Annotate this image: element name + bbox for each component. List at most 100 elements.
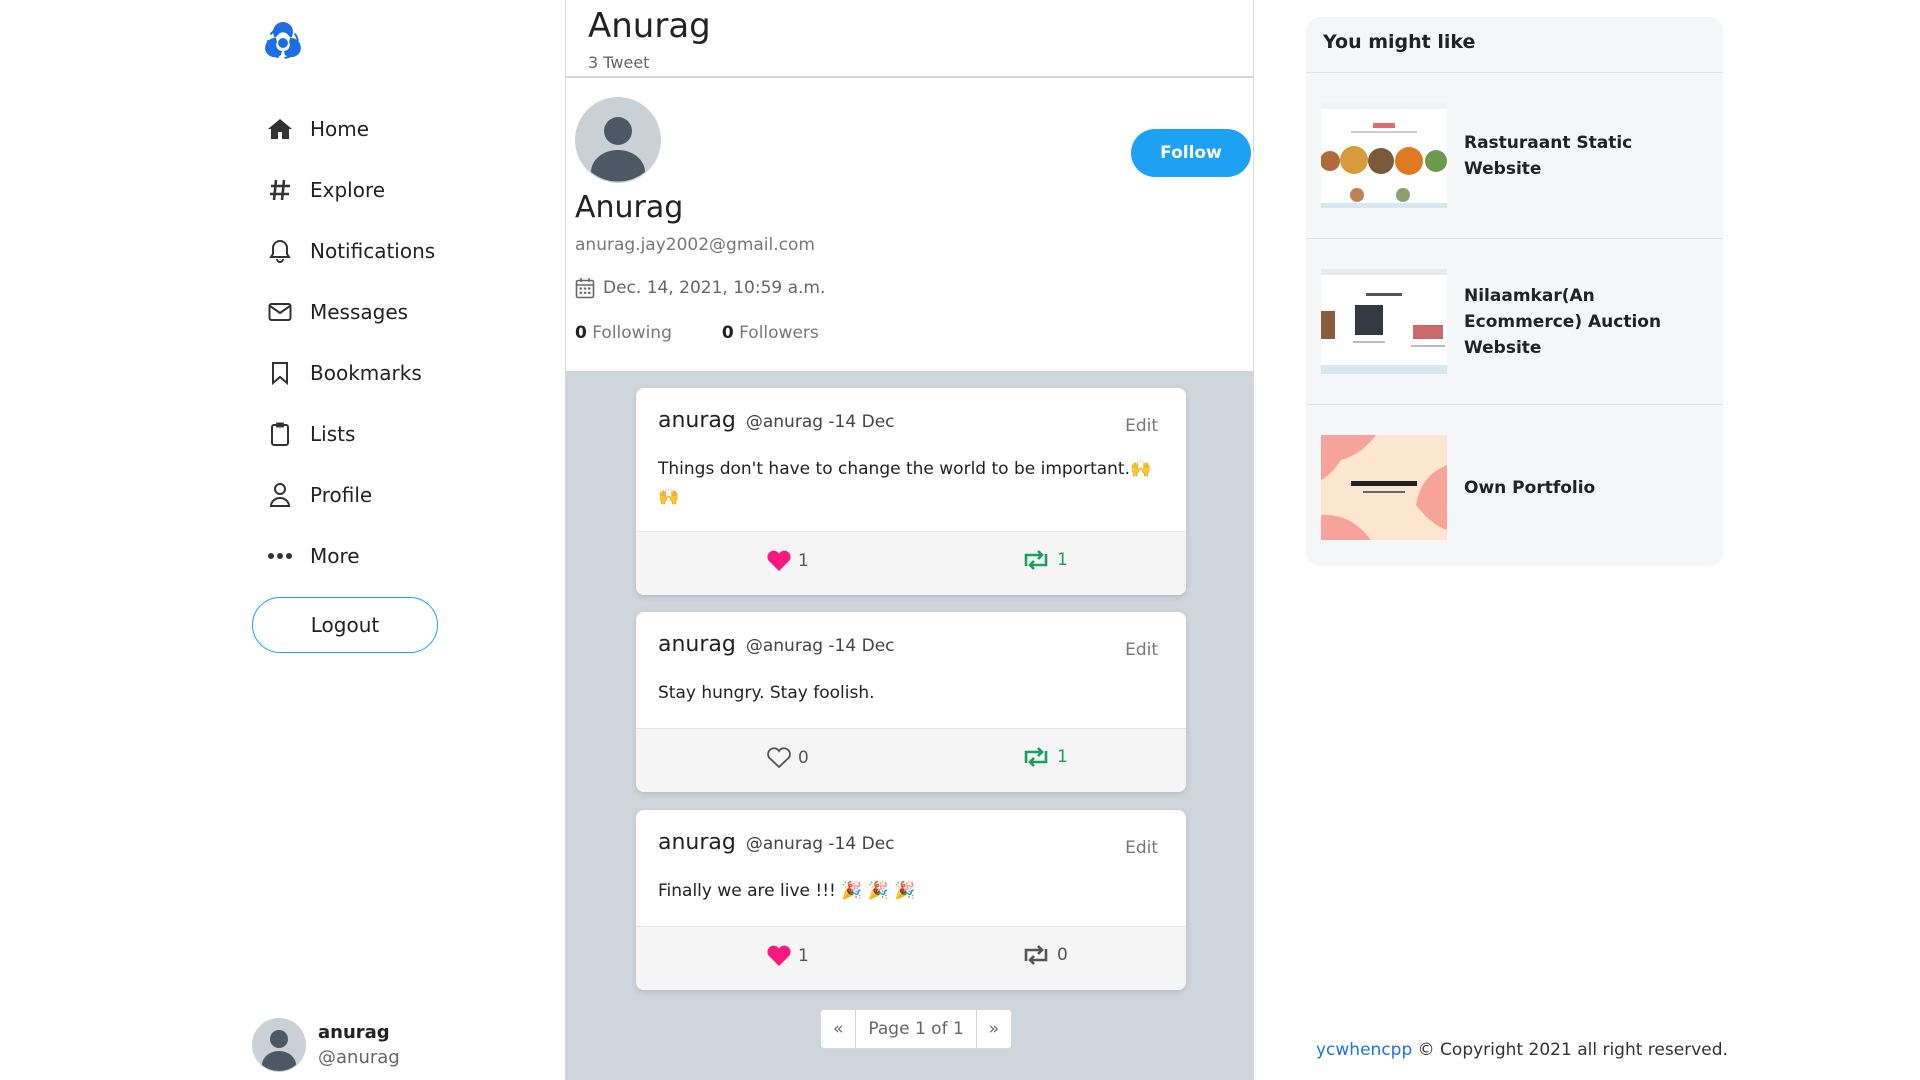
restaurant-thumbnail (1321, 103, 1447, 208)
nav-item-more[interactable]: More (266, 525, 435, 586)
nav-label: Bookmarks (310, 360, 422, 385)
calendar-icon (575, 278, 595, 299)
retweet-button[interactable]: 0 (1021, 945, 1068, 965)
like-count: 1 (798, 946, 809, 966)
follow-stats: 0 Following 0 Followers (575, 323, 869, 343)
retweet-button[interactable]: 1 (1021, 550, 1068, 570)
nav-item-bookmarks[interactable]: Bookmarks (266, 342, 435, 403)
suggestion-item[interactable]: Own Portfolio (1306, 405, 1723, 570)
suggestion-name: Nilaamkar(An Ecommerce) Auction Website (1464, 285, 1662, 358)
footer: ycwhencpp © Copyright 2021 all right res… (1316, 1040, 1728, 1060)
edit-tweet-link[interactable]: Edit (1125, 416, 1158, 436)
nav-label: Lists (310, 421, 356, 446)
tweet-count: 3 Tweet (588, 53, 650, 72)
nav-label: Home (310, 116, 370, 141)
profile-name: Anurag (575, 190, 684, 225)
tweet-actions: 0 1 (636, 728, 1186, 792)
suggestion-item[interactable]: Nilaamkar(An Ecommerce) Auction Website (1306, 239, 1723, 404)
more-icon (266, 542, 294, 570)
following-count: 0 (575, 323, 587, 343)
bell-icon (266, 237, 294, 265)
suggestion-name: Rasturaant Static Website (1464, 132, 1633, 179)
edit-tweet-link[interactable]: Edit (1125, 838, 1158, 858)
user-icon (266, 481, 294, 509)
nav-label: Messages (310, 299, 409, 324)
copyright-text: © Copyright 2021 all right reserved. (1412, 1040, 1728, 1060)
auction-thumbnail (1321, 269, 1447, 374)
retweet-icon (1024, 945, 1048, 965)
retweet-count: 0 (1057, 945, 1068, 965)
like-button[interactable]: 1 (766, 945, 809, 967)
user-handle: @anurag (318, 1047, 400, 1068)
suggestions-title: You might like (1323, 31, 1476, 53)
like-count: 0 (798, 748, 809, 768)
following-stat[interactable]: 0 Following (575, 323, 672, 343)
home-icon (266, 115, 294, 143)
nav-item-lists[interactable]: Lists (266, 403, 435, 464)
tweet-text: Things don't have to change the world to… (658, 459, 1152, 507)
followers-stat[interactable]: 0 Followers (722, 323, 819, 343)
nav-item-home[interactable]: Home (266, 98, 435, 159)
prev-page-button[interactable]: « (821, 1010, 857, 1048)
follow-button[interactable]: Follow (1131, 129, 1251, 177)
profile-column: Anurag 3 Tweet Follow Anurag anurag.jay2… (565, 0, 1254, 1080)
tweet-actions: 1 0 (636, 926, 1186, 990)
tweet-text: Stay hungry. Stay foolish. (658, 683, 875, 703)
tweet-card: anurag @anurag -14 Dec Edit Finally we a… (636, 810, 1186, 990)
current-user[interactable]: anurag @anurag (252, 1018, 400, 1072)
nav-item-messages[interactable]: Messages (266, 281, 435, 342)
left-sidebar: Home Explore Notifications Messages Book… (250, 0, 560, 1080)
logout-button[interactable]: Logout (252, 597, 438, 653)
following-label: Following (592, 323, 672, 343)
page-indicator: Page 1 of 1 (856, 1010, 977, 1048)
pagination: « Page 1 of 1 » (820, 1009, 1013, 1049)
profile-header: Anurag 3 Tweet (566, 0, 1253, 77)
tweet-card: anurag @anurag -14 Dec Edit Stay hungry.… (636, 612, 1186, 792)
nav-label: Explore (310, 177, 386, 202)
followers-label: Followers (739, 323, 819, 343)
tweet-username[interactable]: anurag (658, 830, 736, 855)
avatar (575, 97, 661, 183)
suggestions-panel: You might like Rasturaant Static Website (1306, 17, 1723, 566)
next-page-button[interactable]: » (977, 1010, 1011, 1048)
like-count: 1 (798, 551, 809, 571)
profile-email: anurag.jay2002@gmail.com (575, 235, 815, 255)
tweet-meta: @anurag -14 Dec (745, 412, 895, 432)
avatar (252, 1018, 306, 1072)
like-button[interactable]: 0 (766, 747, 809, 769)
suggestion-item[interactable]: Rasturaant Static Website (1306, 73, 1723, 238)
heart-outline-icon (767, 747, 791, 769)
nav-label: More (310, 543, 360, 568)
join-date-text: Dec. 14, 2021, 10:59 a.m. (603, 278, 826, 298)
clipboard-icon (266, 420, 294, 448)
hashtag-icon (266, 176, 294, 204)
tweet-card: anurag @anurag -14 Dec Edit Things don't… (636, 388, 1186, 595)
tweet-text: Finally we are live !!! 🎉 🎉 🎉 (658, 881, 916, 901)
nav-item-profile[interactable]: Profile (266, 464, 435, 525)
retweet-count: 1 (1057, 550, 1068, 570)
tweet-username[interactable]: anurag (658, 632, 736, 657)
page-title: Anurag (588, 6, 711, 46)
nav-item-explore[interactable]: Explore (266, 159, 435, 220)
tweet-meta: @anurag -14 Dec (745, 834, 895, 854)
retweet-icon (1024, 747, 1048, 767)
edit-tweet-link[interactable]: Edit (1125, 640, 1158, 660)
user-name: anurag (318, 1022, 390, 1043)
nav-item-notifications[interactable]: Notifications (266, 220, 435, 281)
biohazard-logo-icon[interactable] (260, 18, 306, 64)
author-link[interactable]: ycwhencpp (1316, 1040, 1412, 1060)
tweet-username[interactable]: anurag (658, 408, 736, 433)
envelope-icon (266, 298, 294, 326)
followers-count: 0 (721, 323, 734, 343)
retweet-button[interactable]: 1 (1021, 747, 1068, 767)
tweet-meta: @anurag -14 Dec (745, 636, 895, 656)
tweet-actions: 1 1 (636, 531, 1186, 595)
heart-filled-icon (767, 945, 791, 966)
join-date: Dec. 14, 2021, 10:59 a.m. (575, 277, 825, 299)
heart-filled-icon (767, 550, 791, 571)
nav-label: Profile (310, 482, 373, 507)
like-button[interactable]: 1 (766, 550, 809, 572)
suggestion-name: Own Portfolio (1464, 477, 1596, 498)
nav-label: Notifications (310, 238, 436, 263)
portfolio-thumbnail (1321, 435, 1447, 540)
